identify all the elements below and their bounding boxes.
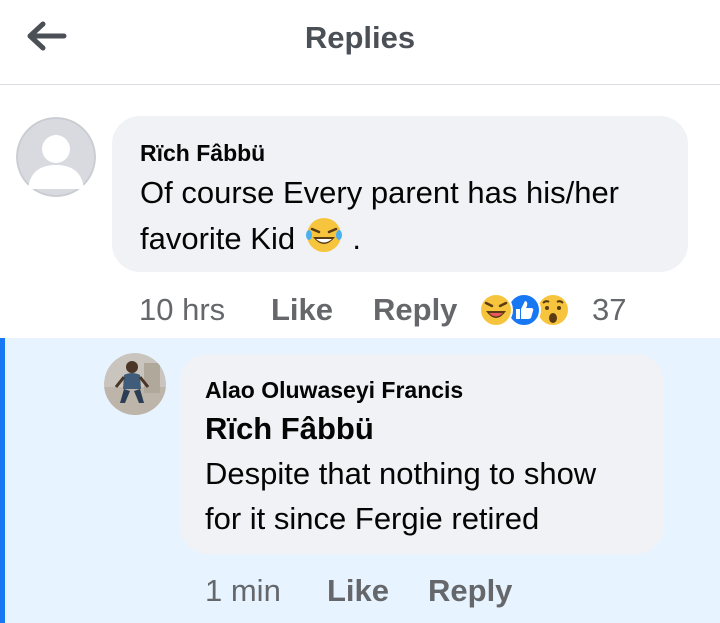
mention-tag[interactable]: Rïch Fâbbü <box>205 411 374 447</box>
comment-text-line: favorite Kid . <box>140 215 361 261</box>
like-button[interactable]: Like <box>271 292 333 328</box>
comment-text-fragment: . <box>352 221 361 256</box>
highlight-indicator <box>0 338 5 623</box>
reply-button[interactable]: Reply <box>428 573 512 609</box>
avatar[interactable] <box>104 353 166 415</box>
page-title: Replies <box>304 20 416 55</box>
profile-photo-icon <box>104 353 166 415</box>
comment-text-line: Of course Every parent has his/her <box>140 175 620 210</box>
like-button[interactable]: Like <box>327 573 389 609</box>
comment-author[interactable]: Rïch Fâbbü <box>140 140 265 167</box>
header: Replies <box>0 0 720 85</box>
reactions-summary[interactable] <box>479 292 573 328</box>
default-avatar-icon <box>16 117 96 197</box>
reactions-group <box>479 293 570 327</box>
laughing-face-icon <box>305 218 342 252</box>
reaction-count[interactable]: 37 <box>592 292 626 328</box>
comment-text-fragment: favorite Kid <box>140 221 296 256</box>
reply-text-line: for it since Fergie retired <box>205 501 540 536</box>
avatar[interactable] <box>16 117 96 197</box>
reply-text-line: Despite that nothing to show <box>205 456 597 491</box>
reply-button[interactable]: Reply <box>373 292 457 328</box>
wow-icon <box>536 293 570 327</box>
reply-author[interactable]: Alao Oluwaseyi Francis <box>205 377 463 404</box>
haha-icon <box>479 293 513 327</box>
comment-timestamp[interactable]: 10 hrs <box>139 292 225 328</box>
reply-timestamp[interactable]: 1 min <box>205 573 281 609</box>
